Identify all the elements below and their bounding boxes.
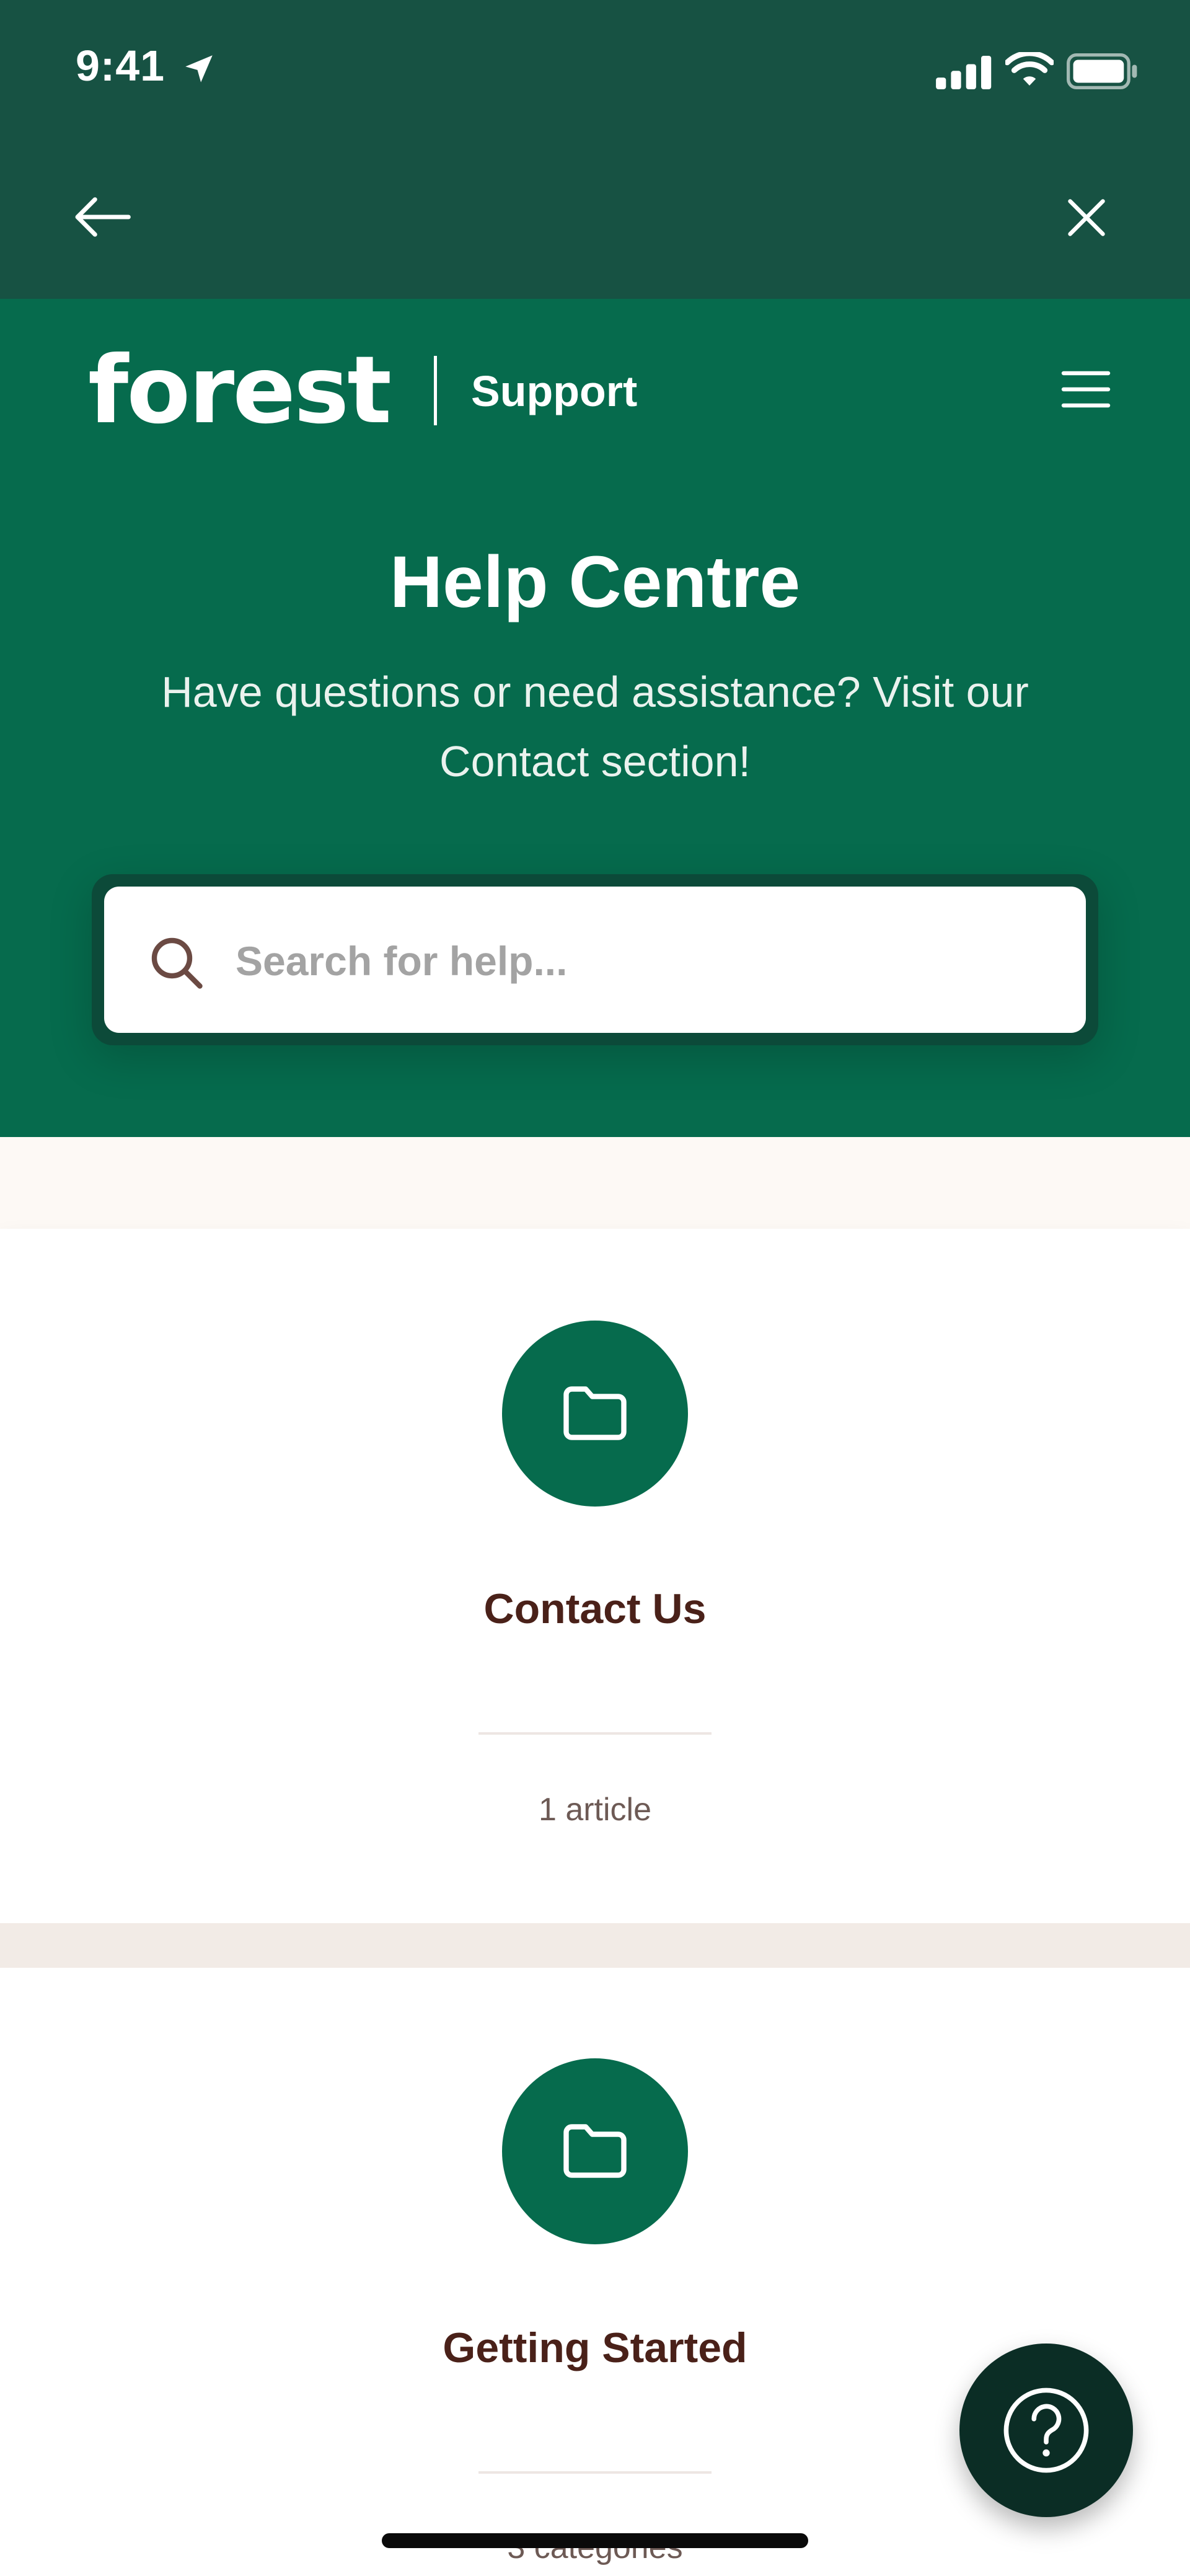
home-indicator: [382, 2533, 808, 2548]
page-title: Help Centre: [389, 541, 801, 623]
hero-subtitle: Have questions or need assistance? Visit…: [161, 668, 1029, 786]
folder-icon: [563, 2124, 627, 2178]
brand-section-label[interactable]: Support: [471, 363, 637, 419]
category-meta: 1 article: [538, 1792, 652, 1828]
category-title[interactable]: Contact Us: [0, 1581, 1190, 1637]
browser-top-bar: [0, 0, 1190, 299]
wifi-icon: [1005, 52, 1054, 86]
hamburger-icon[interactable]: [1061, 370, 1111, 409]
search-icon: [151, 937, 203, 989]
battery-icon: [1067, 53, 1137, 89]
location-arrow-icon: [185, 55, 213, 82]
close-icon[interactable]: [1066, 197, 1107, 238]
category-icon-badge[interactable]: [502, 1321, 688, 1507]
folder-icon: [563, 1386, 627, 1440]
cellular-signal-icon: [936, 56, 992, 89]
help-button[interactable]: [959, 2344, 1133, 2517]
card-divider: [478, 1732, 712, 1735]
arrow-left-icon[interactable]: [73, 195, 131, 239]
content-background: [0, 1137, 1190, 1229]
card-separator: [0, 1923, 1190, 1968]
status-time: 9:41: [76, 42, 165, 90]
search-input[interactable]: [236, 924, 1041, 998]
card-divider: [478, 2471, 712, 2474]
brand-divider: [434, 356, 437, 425]
question-mark-icon: [1003, 2388, 1089, 2473]
brand-logo[interactable]: forest: [88, 335, 392, 446]
category-icon-badge[interactable]: [502, 2058, 688, 2244]
